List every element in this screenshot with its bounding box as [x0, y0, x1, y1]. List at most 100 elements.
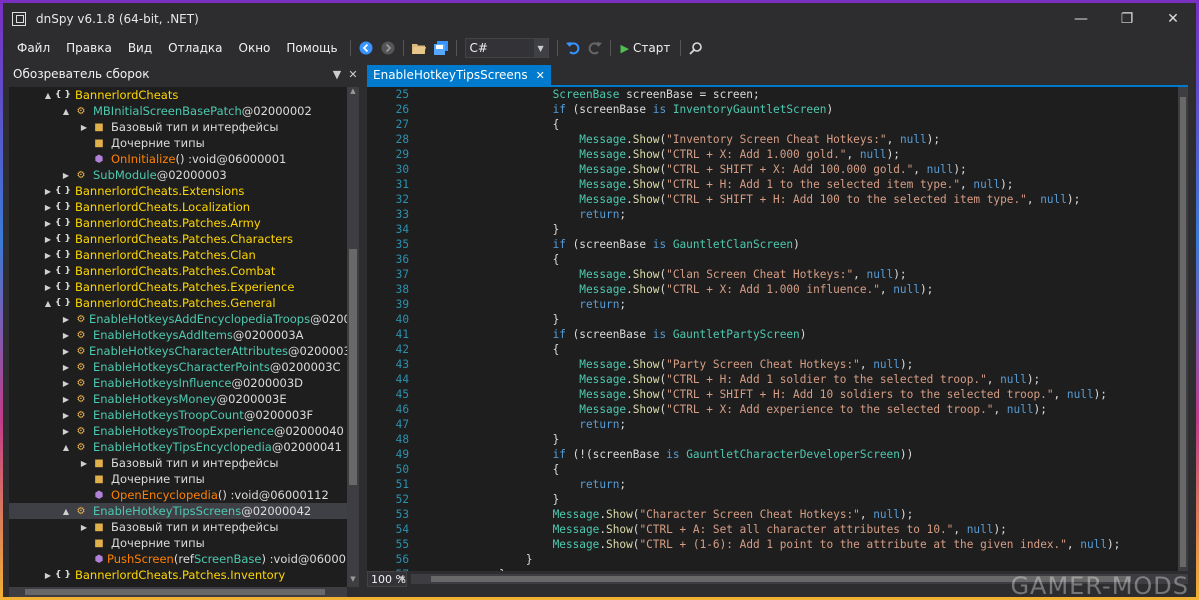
expand-icon[interactable]: ▶	[41, 203, 55, 212]
tree-node[interactable]: ▲{ } BannerlordCheats	[9, 87, 347, 103]
expand-icon[interactable]: ▶	[41, 571, 55, 580]
tree-vertical-scrollbar[interactable]: ▲ ▼	[347, 87, 359, 587]
redo-icon[interactable]	[585, 38, 605, 58]
tree-node[interactable]: ▲{ } BannerlordCheats.Patches.General	[9, 295, 347, 311]
back-icon[interactable]	[356, 38, 376, 58]
tree-node[interactable]: ▶{ } BannerlordCheats.Patches.Experience	[9, 279, 347, 295]
language-select[interactable]: C# ▼	[464, 38, 549, 58]
expand-icon[interactable]: ▶	[41, 251, 55, 260]
menu-help[interactable]: Помощь	[278, 41, 345, 55]
tree-node[interactable]: ▶{ } BannerlordCheats.Extensions	[9, 183, 347, 199]
search-icon[interactable]	[686, 38, 706, 58]
tree-horizontal-scrollbar[interactable]	[9, 587, 347, 597]
menu-file[interactable]: Файл	[9, 41, 58, 55]
scrollbar-thumb[interactable]	[1180, 97, 1186, 567]
tree-node[interactable]: ▲ ⚙ EnableHotkeyTipsScreens @02000042	[9, 503, 347, 519]
assembly-tree[interactable]: ▲{ } BannerlordCheats ▲ ⚙ MBInitialScreenBas…	[9, 87, 347, 587]
panel-menu-icon[interactable]: ▼	[329, 68, 345, 81]
expand-icon[interactable]: ▶	[59, 363, 73, 372]
collapse-icon[interactable]: ▲	[41, 299, 55, 308]
tree-node[interactable]: ▶ ⚙ EnableHotkeysAddEncyclopediaTroops @02…	[9, 311, 347, 327]
tree-node[interactable]: ▶ ■ Базовый тип и интерфейсы	[9, 119, 347, 135]
tree-node[interactable]: ▶ ⚙ EnableHotkeysAddItems @0200003A	[9, 327, 347, 343]
expand-icon[interactable]: ▶	[59, 331, 73, 340]
tree-node[interactable]: ▲ ⚙ EnableHotkeyTipsEncyclopedia @02000041	[9, 439, 347, 455]
expand-icon[interactable]: ▶	[41, 219, 55, 228]
code-token: Show	[606, 538, 633, 551]
expand-icon[interactable]: ▶	[41, 267, 55, 276]
tree-node[interactable]: ■ Дочерние типы	[9, 471, 347, 487]
tree-node[interactable]: ▶ ⚙ EnableHotkeysCharacterAttributes @0200…	[9, 343, 347, 359]
code-token: );	[899, 358, 914, 371]
tree-node[interactable]: ▶{ } BannerlordCheats.Localization	[9, 199, 347, 215]
undo-icon[interactable]	[563, 38, 583, 58]
code-token: {	[552, 463, 560, 476]
tree-node-text: EnableHotkeyTipsScreens	[93, 504, 242, 518]
open-icon[interactable]	[409, 38, 429, 58]
tree-node[interactable]: ▲ ⚙ MBInitialScreenBasePatch @02000002	[9, 103, 347, 119]
expand-icon[interactable]: ▶	[41, 235, 55, 244]
expand-icon[interactable]: ▶	[59, 411, 73, 420]
expand-icon[interactable]: ▶	[59, 379, 73, 388]
expand-icon[interactable]: ▶	[59, 427, 73, 436]
expand-icon[interactable]: ▶	[77, 523, 91, 532]
close-icon[interactable]: ✕	[536, 69, 545, 82]
save-all-icon[interactable]	[431, 38, 451, 58]
tree-node[interactable]: ⬢ PushScreen(ref ScreenBase) : void @0600…	[9, 551, 347, 567]
tree-node-text: void	[191, 152, 217, 166]
toolbar-separator	[556, 40, 558, 56]
menu-edit[interactable]: Правка	[58, 41, 120, 55]
start-button[interactable]: ▶ Старт	[615, 41, 677, 55]
tree-node[interactable]: ▶{ } BannerlordCheats.Patches.Army	[9, 215, 347, 231]
scroll-up-icon[interactable]: ▲	[347, 87, 359, 99]
tree-node[interactable]: ⬢ OpenEncyclopedia() : void @06000112	[9, 487, 347, 503]
code-token: Show	[632, 178, 660, 191]
panel-close-icon[interactable]: ✕	[345, 68, 361, 81]
forward-icon[interactable]	[378, 38, 398, 58]
tree-node[interactable]: ▶ ⚙ SubModule @02000003	[9, 167, 347, 183]
menu-debug[interactable]: Отладка	[160, 41, 230, 55]
close-button[interactable]: ✕	[1150, 3, 1196, 35]
tree-node[interactable]: ▶ ⚙ EnableHotkeysInfluence @0200003D	[9, 375, 347, 391]
collapse-icon[interactable]: ▲	[59, 507, 73, 516]
expand-icon[interactable]: ▶	[59, 347, 73, 356]
tree-node[interactable]: ▶ ⚙ EnableHotkeysTroopCount @0200003F	[9, 407, 347, 423]
expand-icon[interactable]: ▶	[41, 283, 55, 292]
collapse-icon[interactable]: ▲	[59, 107, 73, 116]
tab-enable-hotkey-tips-screens[interactable]: EnableHotkeyTipsScreens ✕	[367, 65, 551, 85]
zoom-select[interactable]: 100 % ▼	[367, 571, 407, 587]
tree-node[interactable]: ▶{ } BannerlordCheats.Patches.Characters	[9, 231, 347, 247]
expand-icon[interactable]: ▶	[77, 459, 91, 468]
expand-icon[interactable]: ▶	[59, 315, 73, 324]
expand-icon[interactable]: ▶	[77, 123, 91, 132]
menu-window[interactable]: Окно	[231, 41, 279, 55]
scrollbar-thumb[interactable]	[349, 249, 357, 485]
tree-node[interactable]: ▶ ⚙ EnableHotkeysTroopExperience @02000040	[9, 423, 347, 439]
tree-node[interactable]: ■ Дочерние типы	[9, 535, 347, 551]
code-view[interactable]: 25 ScreenBase screenBase = screen; 26 if …	[367, 87, 1178, 571]
tree-node[interactable]: ▶{ } BannerlordCheats.Patches.Inventory	[9, 567, 347, 583]
scrollbar-thumb[interactable]	[25, 589, 325, 595]
tree-node[interactable]: ▶{ } BannerlordCheats.Patches.Clan	[9, 247, 347, 263]
code-token: {	[552, 343, 560, 356]
expand-icon[interactable]: ▶	[59, 171, 73, 180]
tree-node[interactable]: ▶ ■ Базовый тип и интерфейсы	[9, 519, 347, 535]
maximize-button[interactable]: ❐	[1104, 3, 1150, 35]
editor-vertical-scrollbar[interactable]	[1178, 87, 1188, 571]
expand-icon[interactable]: ▶	[59, 395, 73, 404]
menu-view[interactable]: Вид	[120, 41, 160, 55]
tree-node[interactable]: ▶ ■ Базовый тип и интерфейсы	[9, 455, 347, 471]
class-icon: ⚙	[76, 505, 86, 517]
minimize-button[interactable]: —	[1058, 3, 1104, 35]
collapse-icon[interactable]: ▲	[41, 91, 55, 100]
start-icon: ▶	[620, 41, 630, 55]
tree-node[interactable]: ■ Дочерние типы	[9, 135, 347, 151]
expand-icon[interactable]: ▶	[41, 187, 55, 196]
tree-node[interactable]: ▶{ } BannerlordCheats.Patches.Combat	[9, 263, 347, 279]
code-token: "CTRL + H: Add 1 soldier to the selected…	[666, 373, 987, 386]
tree-node[interactable]: ⬢ OnInitialize() : void @06000001	[9, 151, 347, 167]
collapse-icon[interactable]: ▲	[59, 443, 73, 452]
scroll-down-icon[interactable]: ▼	[347, 575, 359, 587]
tree-node[interactable]: ▶ ⚙ EnableHotkeysCharacterPoints @0200003C	[9, 359, 347, 375]
tree-node[interactable]: ▶ ⚙ EnableHotkeysMoney @0200003E	[9, 391, 347, 407]
